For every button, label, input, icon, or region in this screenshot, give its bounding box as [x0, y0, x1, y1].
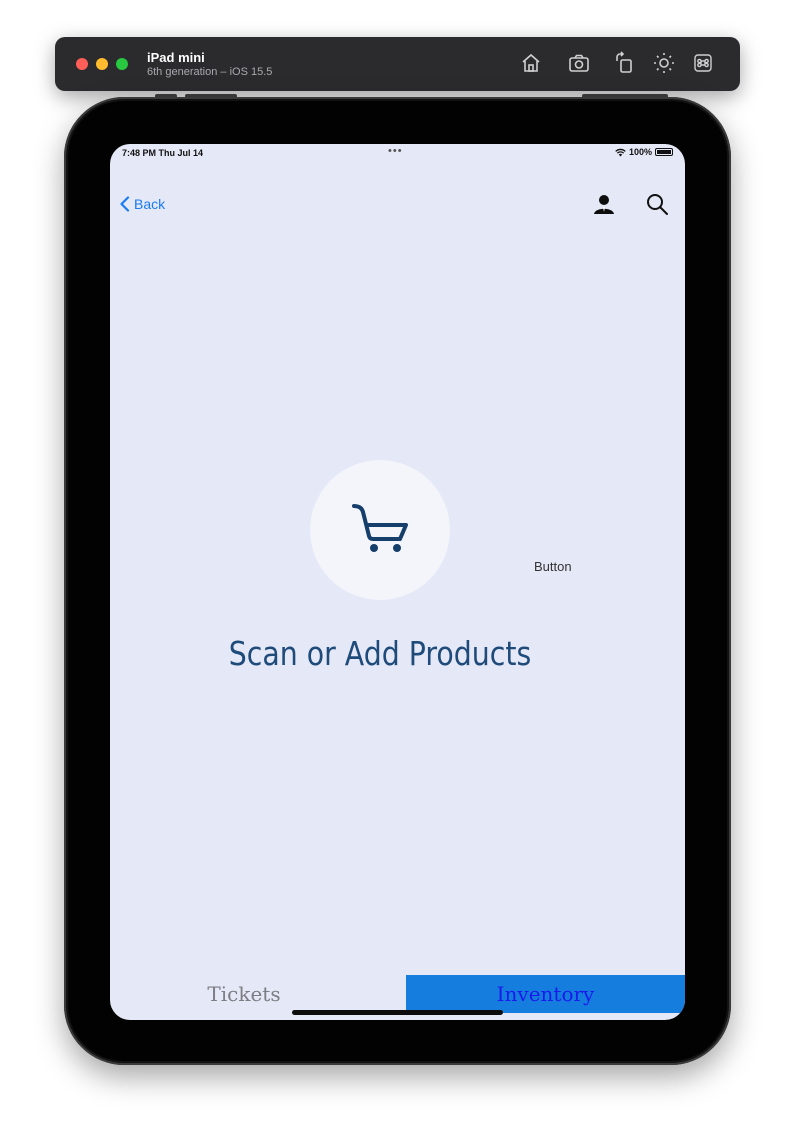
command-icon[interactable]	[691, 51, 715, 75]
simulator-subtitle: 6th generation – iOS 15.5	[147, 66, 273, 78]
search-icon[interactable]	[645, 192, 669, 216]
simulator-title-bar: iPad mini 6th generation – iOS 15.5	[55, 37, 740, 91]
status-time: 7:48 PM Thu Jul 14	[122, 148, 204, 158]
screenshot-icon[interactable]	[567, 51, 591, 75]
tab-tickets[interactable]: Tickets	[110, 975, 378, 1013]
app-screen: 7:48 PM Thu Jul 14 ••• 100% Back Button …	[110, 144, 685, 1020]
wifi-icon	[615, 148, 626, 156]
close-window-button[interactable]	[76, 58, 88, 70]
back-label: Back	[134, 196, 166, 212]
user-icon[interactable]	[592, 192, 616, 216]
appearance-icon[interactable]	[652, 51, 676, 75]
rotate-icon[interactable]	[613, 51, 637, 75]
status-indicators: 100%	[615, 147, 673, 157]
simulator-title: iPad mini	[147, 50, 205, 65]
shopping-cart-icon	[352, 504, 408, 552]
plain-button[interactable]: Button	[534, 559, 572, 574]
battery-icon	[655, 148, 673, 156]
tab-inventory[interactable]: Inventory	[406, 975, 685, 1013]
chevron-left-icon	[120, 196, 130, 212]
back-button[interactable]: Back	[119, 196, 165, 212]
empty-state-headline: Scan or Add Products	[228, 634, 532, 673]
battery-percent: 100%	[628, 147, 652, 157]
cart-icon-circle	[310, 460, 450, 600]
minimize-window-button[interactable]	[96, 58, 108, 70]
zoom-window-button[interactable]	[116, 58, 128, 70]
home-icon[interactable]	[519, 51, 543, 75]
multitasking-dots[interactable]: •••	[388, 145, 403, 157]
home-indicator[interactable]	[292, 1010, 503, 1015]
